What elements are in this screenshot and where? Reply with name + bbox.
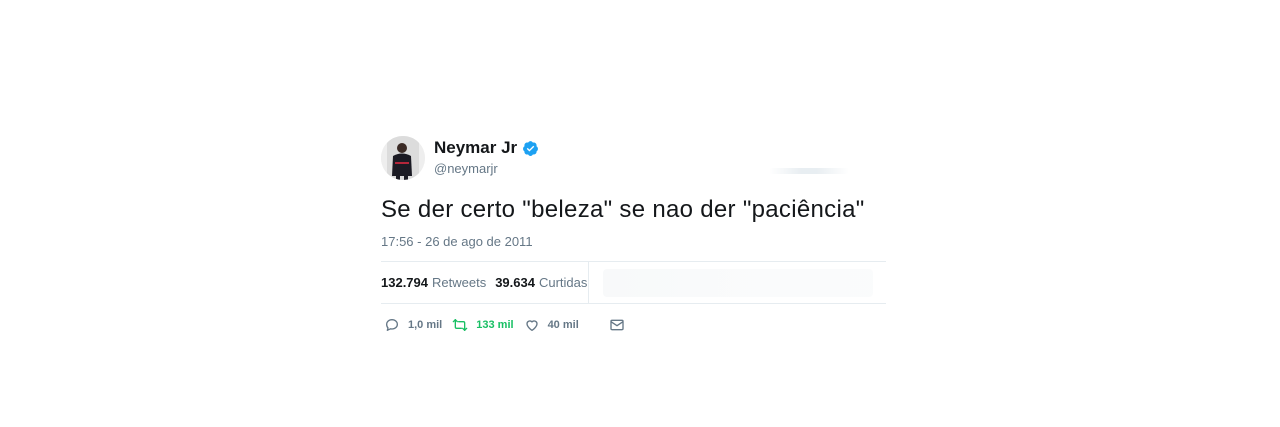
retweet-count: 133 mil [476,319,514,331]
handle[interactable]: @neymarjr [434,161,498,176]
tweet-card: Neymar Jr @neymarjr Se der certo "beleza… [381,130,886,331]
page: Neymar Jr @neymarjr Se der certo "beleza… [0,0,1280,427]
divider [381,303,886,304]
retweet-icon [452,317,468,333]
reply-button[interactable]: 1,0 mil [384,317,442,333]
direct-message-button[interactable] [609,317,633,333]
stats-separator [588,262,589,303]
heart-icon [524,317,540,333]
retweets-count[interactable]: 132.794 [381,275,428,290]
envelope-icon [609,317,625,333]
tweet-header: Neymar Jr @neymarjr [381,130,886,182]
reply-icon [384,317,400,333]
tweet-text: Se der certo "beleza" se nao der "paciên… [381,196,865,223]
divider [381,261,886,262]
tweet-actions: 1,0 mil 133 mil 40 mil [384,316,643,334]
tweet-stats: 132.794 Retweets 39.634 Curtidas [381,275,587,290]
avatar-image [381,136,425,180]
like-button[interactable]: 40 mil [524,317,579,333]
avatar[interactable] [381,136,425,180]
blurred-follow-area [769,168,849,174]
like-count: 40 mil [547,319,579,331]
likes-label[interactable]: Curtidas [539,275,587,290]
reply-count: 1,0 mil [408,319,443,331]
retweet-button[interactable]: 133 mil [452,317,514,333]
tweet-timestamp[interactable]: 17:56 - 26 de ago de 2011 [381,234,533,249]
verified-badge-icon [522,140,539,157]
blurred-avatars-area [603,269,873,297]
display-name[interactable]: Neymar Jr [434,138,517,158]
name-row: Neymar Jr [434,138,539,158]
retweets-label[interactable]: Retweets [432,275,486,290]
likes-count[interactable]: 39.634 [495,275,535,290]
